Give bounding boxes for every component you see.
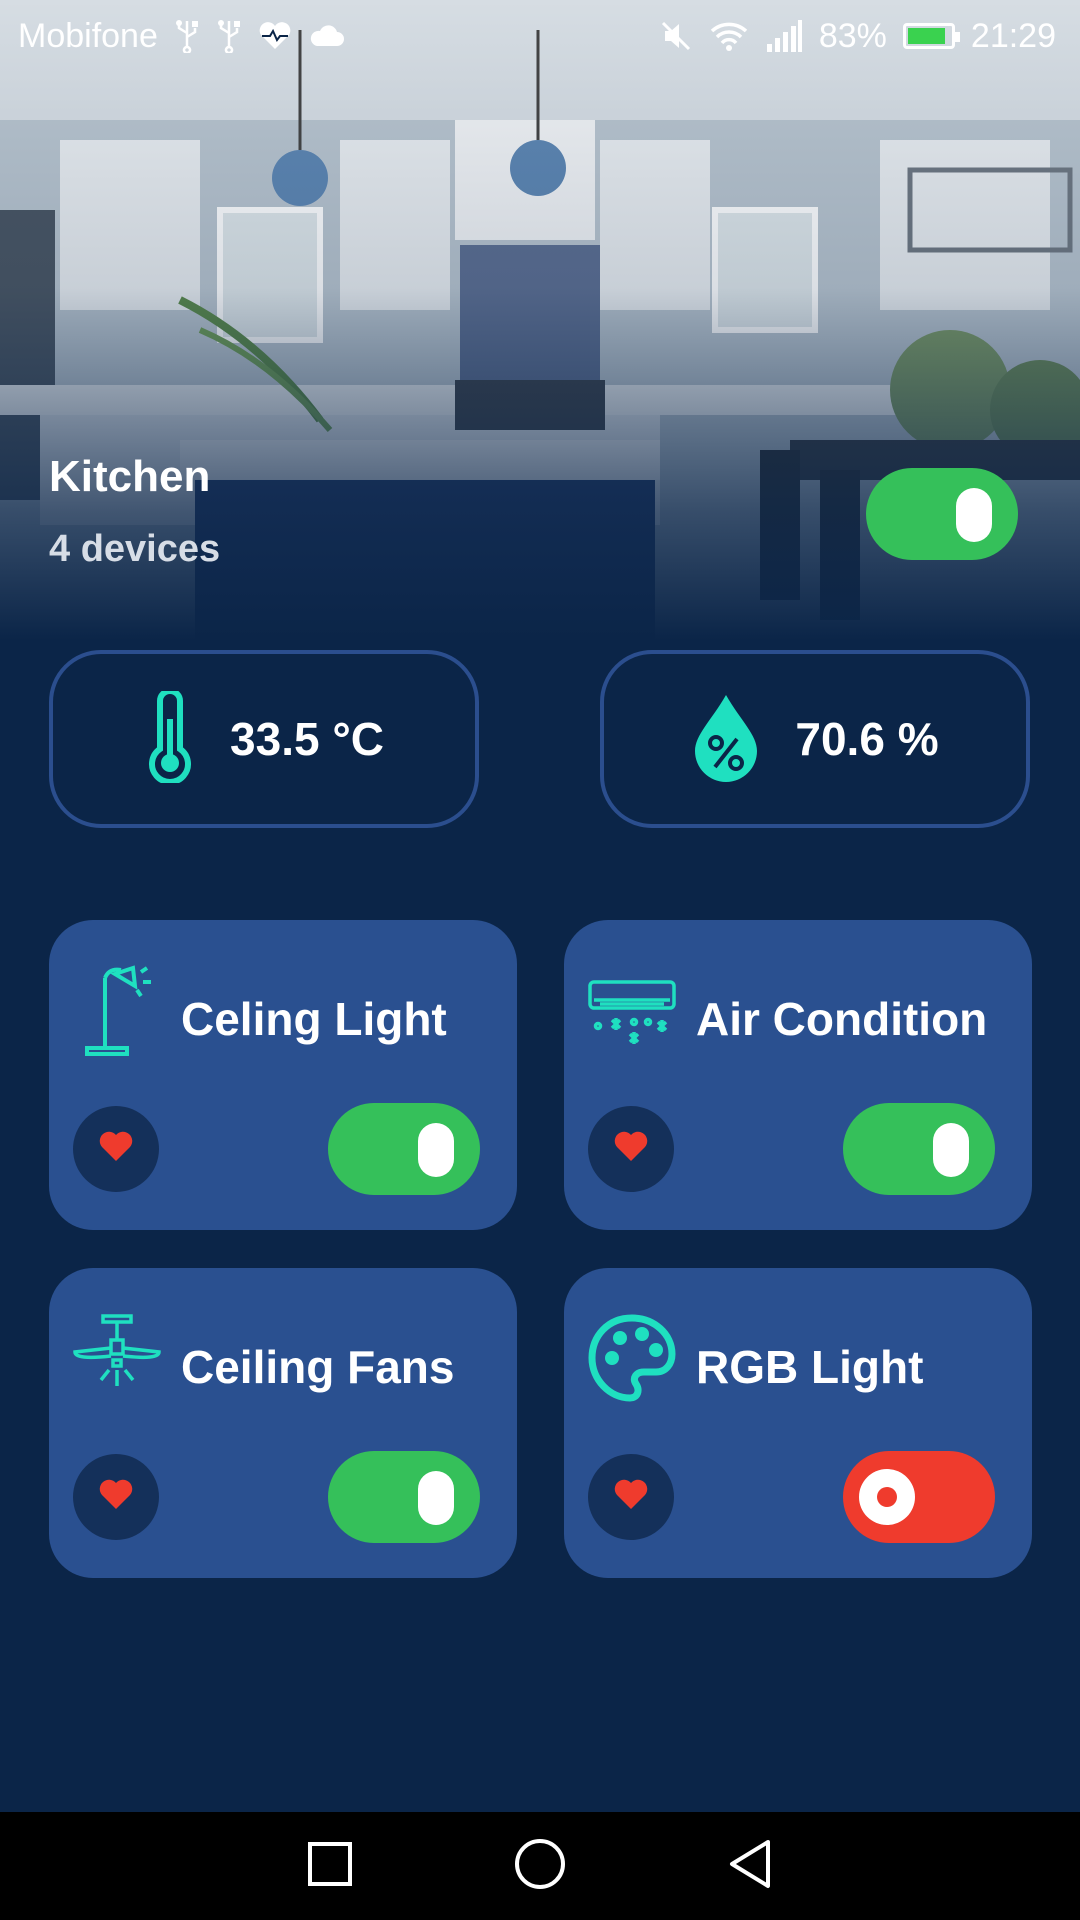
device-power-toggle[interactable]	[843, 1451, 995, 1543]
device-power-toggle[interactable]	[328, 1451, 480, 1543]
palette-icon	[586, 1312, 678, 1404]
favorite-button[interactable]	[588, 1454, 674, 1540]
heart-icon	[98, 1131, 134, 1168]
mute-icon	[659, 19, 693, 53]
device-name: Celing Light	[181, 993, 447, 1045]
desk-lamp-icon	[71, 964, 163, 1056]
favorite-button[interactable]	[73, 1454, 159, 1540]
toggle-knob	[933, 1123, 969, 1177]
device-power-toggle[interactable]	[843, 1103, 995, 1195]
toggle-knob	[418, 1123, 454, 1177]
humidity-drop-icon	[691, 691, 761, 788]
system-nav-bar	[0, 1812, 1080, 1920]
ceiling-fan-icon	[71, 1312, 163, 1404]
device-name: Ceiling Fans	[181, 1341, 455, 1393]
clock: 21:29	[970, 16, 1056, 55]
favorite-button[interactable]	[73, 1106, 159, 1192]
back-button[interactable]	[720, 1836, 780, 1896]
room-name: Kitchen	[49, 452, 211, 501]
temperature-value: 33.5 °C	[230, 713, 384, 765]
favorite-button[interactable]	[588, 1106, 674, 1192]
room-master-toggle[interactable]	[866, 468, 1018, 560]
temperature-sensor: 33.5 °C	[49, 650, 479, 828]
usb-icon	[174, 19, 200, 53]
device-name: RGB Light	[696, 1341, 924, 1393]
heart-icon	[98, 1479, 134, 1516]
device-card-ceiling-fans[interactable]: Ceiling Fans	[49, 1268, 517, 1578]
usb-icon	[216, 19, 242, 53]
carrier-name: Mobifone	[18, 16, 158, 55]
device-name: Air Condition	[696, 993, 988, 1045]
air-conditioner-icon	[586, 964, 678, 1056]
signal-icon	[765, 20, 803, 52]
back-icon	[726, 1838, 774, 1895]
home-icon	[514, 1838, 566, 1895]
heart-icon	[613, 1479, 649, 1516]
toggle-knob	[956, 488, 992, 542]
home-button[interactable]	[510, 1836, 570, 1896]
humidity-value: 70.6 %	[795, 713, 939, 765]
room-device-count: 4 devices	[49, 528, 221, 570]
toggle-knob	[859, 1469, 915, 1525]
recent-apps-button[interactable]	[300, 1836, 360, 1896]
battery-percent: 83%	[818, 16, 887, 55]
device-card-rgb-light[interactable]: RGB Light	[564, 1268, 1032, 1578]
heart-icon	[613, 1131, 649, 1168]
cloud-icon	[308, 24, 344, 48]
device-card-air-condition[interactable]: Air Condition	[564, 920, 1032, 1230]
status-bar: Mobifone 83% 21:29	[0, 0, 1080, 72]
battery-charging-icon	[902, 23, 960, 49]
wifi-icon	[709, 20, 749, 52]
thermometer-icon	[144, 687, 196, 788]
humidity-sensor: 70.6 %	[600, 650, 1030, 828]
toggle-knob	[418, 1471, 454, 1525]
device-card-ceiling-light[interactable]: Celing Light	[49, 920, 517, 1230]
recent-apps-icon	[307, 1841, 353, 1892]
device-power-toggle[interactable]	[328, 1103, 480, 1195]
heart-health-icon	[258, 21, 292, 51]
